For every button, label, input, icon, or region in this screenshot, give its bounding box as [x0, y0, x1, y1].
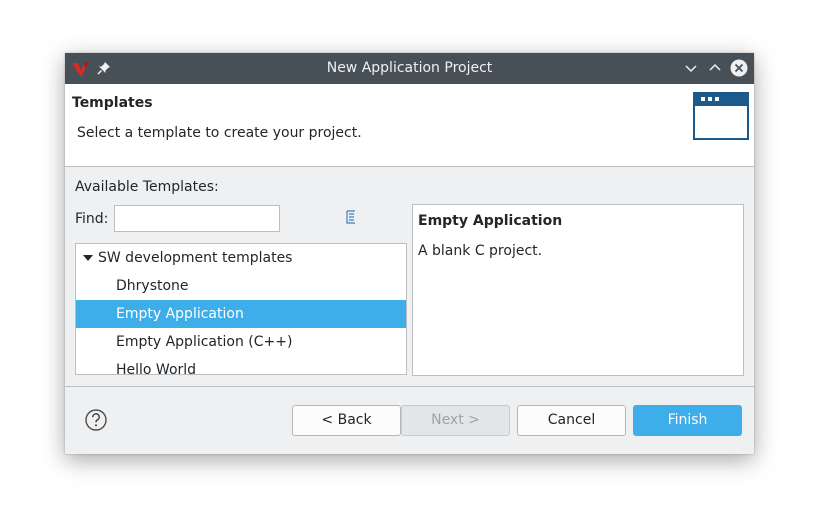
available-templates-label: Available Templates:	[75, 179, 219, 195]
cancel-button[interactable]: Cancel	[517, 405, 626, 436]
tree-item-empty-application-cpp[interactable]: Empty Application (C++)	[76, 328, 406, 356]
template-description-panel: Empty Application A blank C project.	[412, 204, 744, 376]
tree-item-label: Empty Application	[116, 306, 244, 322]
tree-item-label: Dhrystone	[116, 278, 189, 294]
tree-item-label: Hello World	[116, 362, 197, 375]
window-icon	[693, 92, 749, 140]
wizard-header: Templates Select a template to create yo…	[65, 84, 754, 167]
page-title: Templates	[72, 95, 153, 111]
tree-item-label: Empty Application (C++)	[116, 334, 293, 350]
next-button[interactable]: Next >	[401, 405, 510, 436]
tree-group-sw-development[interactable]: SW development templates	[76, 244, 406, 272]
page-description: Select a template to create your project…	[77, 125, 362, 141]
chevron-up-icon[interactable]	[706, 59, 724, 77]
tree-group-label: SW development templates	[98, 250, 293, 266]
window-title: New Application Project	[326, 60, 493, 76]
template-description-text: A blank C project.	[418, 243, 543, 259]
tree-item-dhrystone[interactable]: Dhrystone	[76, 272, 406, 300]
expand-arrow-icon[interactable]	[83, 255, 93, 261]
template-description-title: Empty Application	[418, 213, 563, 229]
template-tree[interactable]: SW development templates Dhrystone Empty…	[75, 243, 407, 375]
finish-button[interactable]: Finish	[633, 405, 742, 436]
tree-item-empty-application[interactable]: Empty Application	[76, 300, 406, 328]
tree-item-hello-world[interactable]: Hello World	[76, 356, 406, 375]
title-bar[interactable]: New Application Project	[65, 53, 754, 84]
find-input[interactable]	[114, 205, 280, 232]
help-icon[interactable]	[85, 409, 107, 431]
find-label: Find:	[75, 211, 109, 227]
filter-icon[interactable]	[345, 210, 357, 224]
close-icon[interactable]	[730, 59, 748, 77]
footer-divider	[65, 386, 754, 387]
dialog-window: New Application Project Templates Select…	[65, 53, 754, 454]
back-button[interactable]: < Back	[292, 405, 401, 436]
chevron-down-icon[interactable]	[682, 59, 700, 77]
